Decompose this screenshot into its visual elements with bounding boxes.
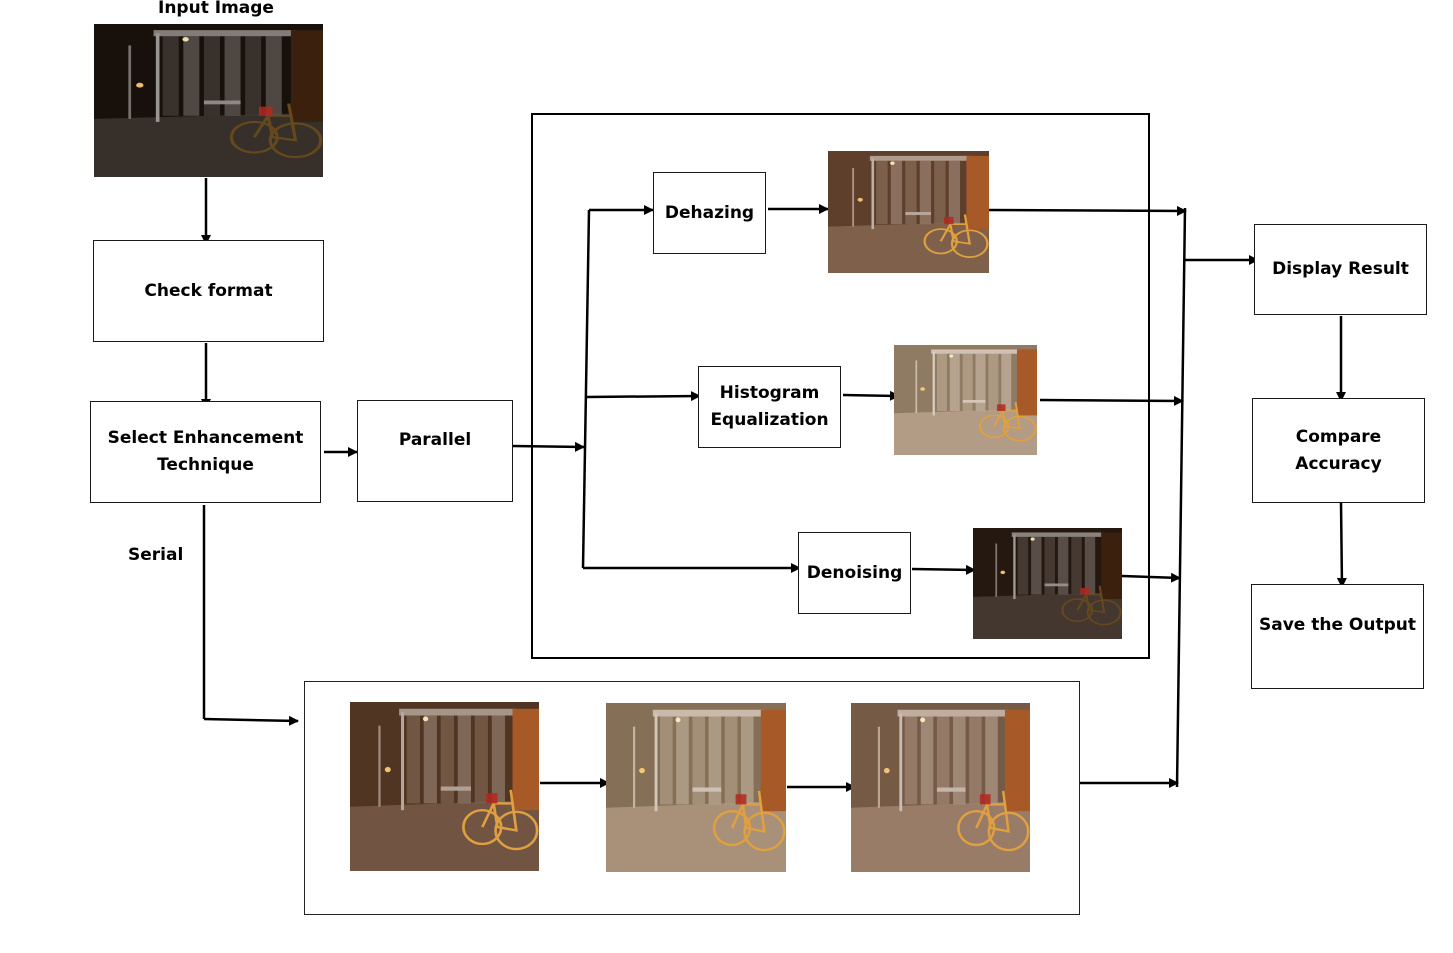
select-technique-label-line2: Technique	[157, 455, 254, 475]
check-format-label: Check format	[144, 280, 273, 301]
input-image	[94, 24, 323, 177]
photo-scene	[606, 703, 786, 872]
collector-bar	[1175, 207, 1187, 788]
display-result-label: Display Result	[1272, 259, 1409, 279]
dehazing-step: Dehazing	[653, 172, 766, 254]
photo-scene	[894, 345, 1037, 455]
enhancement-flowchart: Input Image Check format Select Enhancem…	[0, 0, 1453, 953]
denoised-image	[973, 528, 1122, 639]
compare-label-line2: Accuracy	[1295, 453, 1382, 474]
photo-scene	[94, 24, 323, 177]
save-output-step: Save the Output	[1251, 584, 1424, 689]
arrow-compare-to-save	[1336, 502, 1347, 588]
serial-image-2	[606, 703, 786, 872]
input-image-label: Input Image	[158, 0, 274, 18]
display-result-step: Display Result	[1254, 224, 1427, 315]
select-technique-step: Select Enhancement Technique	[90, 401, 321, 503]
serial-image-3	[851, 703, 1030, 872]
photo-scene	[973, 528, 1122, 639]
parallel-label: Parallel	[398, 430, 472, 450]
histogram-label-line2: Equalization	[710, 410, 829, 430]
histogram-label-line1: Histogram	[719, 383, 820, 403]
compare-accuracy-step: Compare Accuracy	[1252, 398, 1425, 503]
save-output-label: Save the Output	[1258, 615, 1416, 635]
compare-label-line1: Compare	[1295, 426, 1382, 447]
arrow-serial-to-chain	[203, 715, 299, 726]
select-technique-label-line1: Select Enhancement	[107, 428, 304, 448]
dehazed-image	[828, 151, 989, 273]
photo-scene	[828, 151, 989, 273]
photo-scene	[851, 703, 1030, 872]
serial-label: Serial	[128, 545, 184, 565]
serial-image-1	[350, 702, 539, 871]
photo-scene	[350, 702, 539, 871]
denoising-label: Denoising	[806, 562, 903, 583]
histogram-equalized-image	[894, 345, 1037, 455]
parallel-step: Parallel	[357, 400, 513, 502]
denoising-step: Denoising	[798, 532, 911, 614]
check-format-step: Check format	[93, 240, 324, 342]
histogram-equalization-step: Histogram Equalization	[698, 366, 841, 448]
dehazing-label: Dehazing	[664, 202, 755, 223]
